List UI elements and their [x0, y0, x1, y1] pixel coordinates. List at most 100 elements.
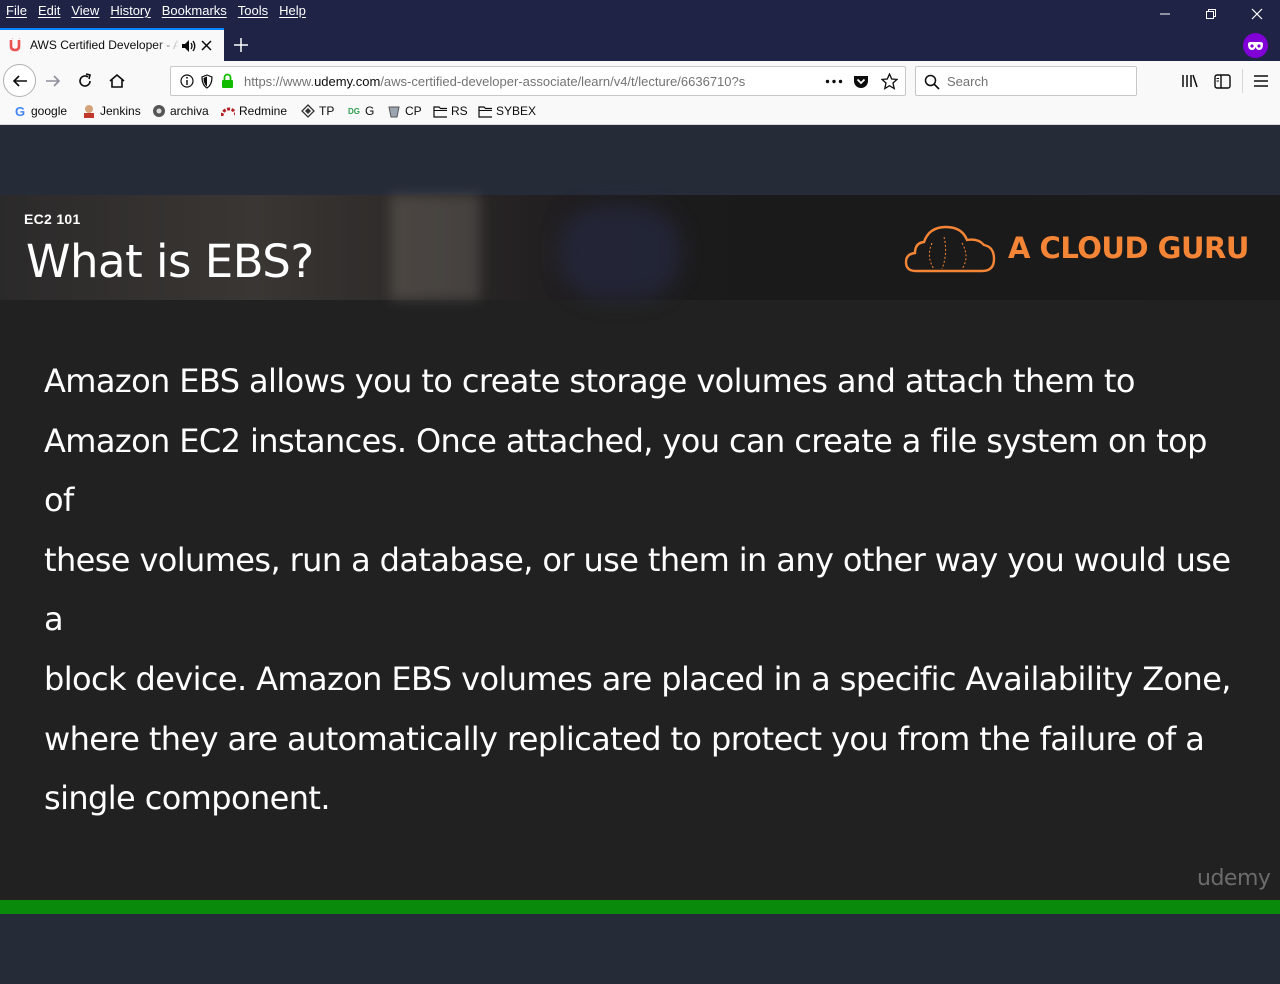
- bookmark-sybex[interactable]: SYBEX: [478, 104, 536, 118]
- bookmark-label: CP: [405, 104, 422, 118]
- close-icon: [1251, 8, 1263, 20]
- bookmark-label: google: [31, 104, 68, 118]
- menu-help[interactable]: Help: [279, 3, 306, 18]
- header-photo-shade: [390, 195, 480, 300]
- g-icon: DG: [348, 106, 360, 116]
- slide-body-line: block device. Amazon EBS volumes are pla…: [44, 659, 1231, 698]
- library-button[interactable]: [1174, 65, 1206, 97]
- menu-history[interactable]: History: [110, 3, 150, 18]
- slide-body-line: single component.: [44, 779, 331, 818]
- tab-strip: AWS Certified Developer - A: [0, 28, 1280, 61]
- bookmark-jenkins[interactable]: Jenkins: [82, 104, 141, 118]
- bookmark-label: G: [365, 104, 375, 118]
- home-icon: [109, 73, 125, 88]
- cloud-icon: [904, 225, 996, 273]
- menu-bar: File Edit View History Bookmarks Tools H…: [0, 0, 1280, 28]
- library-icon: [1182, 74, 1198, 88]
- slide-body-line: these volumes, run a database, or use th…: [44, 540, 1231, 639]
- url-path: /aws-certified-developer-associate/learn…: [380, 74, 746, 89]
- lecture-slide: EC2 101 What is EBS? A CLOUD GURU Amazon…: [0, 195, 1280, 900]
- bookmark-label: Redmine: [239, 104, 288, 118]
- url-text[interactable]: https://www.udemy.com/aws-certified-deve…: [244, 74, 799, 89]
- slide-body-line: Amazon EC2 instances. Once attached, you…: [44, 421, 1207, 520]
- header-photo-shade: [560, 205, 680, 300]
- slide-title: What is EBS?: [26, 235, 314, 288]
- redmine-icon: [221, 104, 235, 118]
- sidebar-icon: [1213, 73, 1231, 89]
- sidebar-button[interactable]: [1206, 65, 1238, 97]
- bookmark-label: Jenkins: [100, 104, 141, 118]
- pocket-icon[interactable]: [853, 74, 869, 89]
- bookmark-label: TP: [319, 104, 335, 118]
- archiva-icon: [152, 104, 166, 118]
- bookmark-google[interactable]: G google: [13, 103, 68, 119]
- video-progress-fill: [0, 900, 1280, 914]
- tab-title-fade: [156, 32, 180, 60]
- bookmarks-bar: G google Jenkins archiva Redmine TP DG G…: [0, 101, 1280, 125]
- bookmark-tp[interactable]: TP: [301, 104, 334, 118]
- video-player[interactable]: EC2 101 What is EBS? A CLOUD GURU Amazon…: [0, 125, 1280, 984]
- video-progress-bar[interactable]: [0, 900, 1280, 914]
- info-icon[interactable]: [180, 74, 194, 88]
- new-tab-button[interactable]: [228, 32, 254, 58]
- speaker-icon[interactable]: [181, 39, 197, 53]
- plus-icon: [234, 38, 248, 52]
- url-bar[interactable]: https://www.udemy.com/aws-certified-deve…: [170, 66, 906, 96]
- url-prefix: https://www.: [244, 74, 315, 89]
- slide-kicker: EC2 101: [24, 211, 81, 227]
- slide-body-line: Amazon EBS allows you to create storage …: [44, 362, 1135, 400]
- shield-icon[interactable]: [201, 74, 213, 89]
- lock-icon[interactable]: [221, 73, 234, 89]
- brand-logo: A CLOUD GURU: [904, 223, 1249, 275]
- star-icon[interactable]: [881, 73, 898, 90]
- google-icon: G: [14, 103, 26, 119]
- bookmark-redmine[interactable]: Redmine: [221, 104, 287, 118]
- hamburger-icon: [1254, 75, 1268, 87]
- navigation-bar: https://www.udemy.com/aws-certified-deve…: [0, 61, 1280, 101]
- minimize-icon: [1160, 13, 1170, 15]
- minimize-button[interactable]: [1142, 0, 1188, 28]
- back-arrow-icon: [12, 74, 27, 87]
- bookmark-g[interactable]: DG G: [347, 104, 374, 118]
- close-icon[interactable]: [201, 40, 212, 51]
- search-input[interactable]: Search: [915, 66, 1137, 96]
- bookmark-rs[interactable]: RS: [433, 104, 468, 118]
- menu-edit[interactable]: Edit: [38, 3, 60, 18]
- page-actions-icon[interactable]: [825, 79, 843, 84]
- search-icon: [924, 74, 940, 90]
- cp-icon: [387, 104, 401, 118]
- menu-tools[interactable]: Tools: [238, 3, 268, 18]
- home-button[interactable]: [101, 65, 133, 97]
- restore-icon: [1206, 9, 1216, 19]
- slide-header: EC2 101 What is EBS? A CLOUD GURU: [0, 195, 1280, 300]
- forward-arrow-icon: [46, 75, 61, 87]
- diamond-icon: [301, 104, 315, 118]
- bookmark-cp[interactable]: CP: [387, 104, 422, 118]
- reload-button[interactable]: [69, 65, 101, 97]
- toolbar-separator: [1242, 69, 1243, 93]
- back-button[interactable]: [3, 64, 36, 97]
- url-host: udemy.com: [314, 74, 381, 89]
- menu-button[interactable]: [1245, 65, 1277, 97]
- jenkins-icon: [82, 104, 96, 118]
- search-placeholder: Search: [947, 74, 989, 89]
- udemy-icon: [9, 38, 21, 52]
- bookmark-label: RS: [451, 104, 468, 118]
- bookmark-archiva[interactable]: archiva: [152, 104, 209, 118]
- private-browsing-icon: [1243, 33, 1268, 58]
- menu-file[interactable]: File: [6, 3, 27, 18]
- folder-icon: [433, 104, 447, 118]
- reload-icon: [79, 73, 91, 87]
- slide-body-line: where they are automatically replicated …: [44, 719, 1205, 758]
- close-window-button[interactable]: [1234, 0, 1280, 28]
- tab-udemy[interactable]: AWS Certified Developer - A: [0, 28, 224, 61]
- folder-icon: [478, 104, 492, 118]
- bookmark-label: archiva: [170, 104, 209, 118]
- menu-bookmarks[interactable]: Bookmarks: [162, 3, 227, 18]
- brand-name: A CLOUD GURU: [1008, 231, 1249, 265]
- menu-list: File Edit View History Bookmarks Tools H…: [6, 3, 306, 18]
- restore-button[interactable]: [1188, 0, 1234, 28]
- menu-view[interactable]: View: [71, 3, 99, 18]
- slide-body: Amazon EBS allows you to create storage …: [44, 352, 1244, 829]
- forward-button[interactable]: [37, 65, 69, 97]
